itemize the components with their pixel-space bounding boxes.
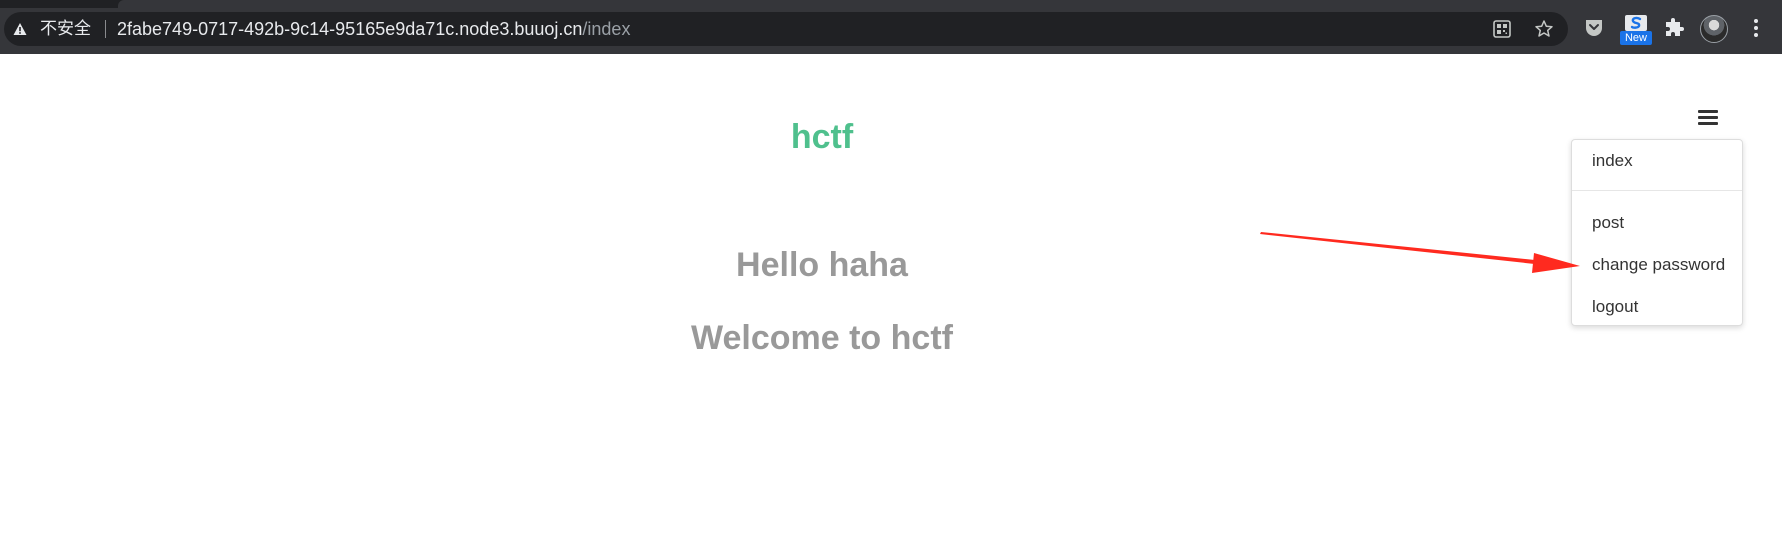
address-separator — [105, 20, 106, 38]
url-path: /index — [582, 19, 631, 39]
url-host: 2fabe749-0717-492b-9c14-95165e9da71c.nod… — [117, 19, 583, 39]
new-badge: New — [1620, 31, 1652, 45]
active-tab-edge[interactable] — [118, 0, 1782, 8]
security-status-label[interactable]: 不安全 — [40, 12, 91, 46]
new-extension-icon — [1625, 15, 1647, 31]
menu-item-logout[interactable]: logout — [1592, 296, 1638, 318]
extensions-puzzle-icon[interactable] — [1663, 17, 1685, 39]
tab-strip — [0, 0, 1782, 8]
qr-code-icon[interactable] — [1492, 19, 1512, 39]
menu-kebab-icon[interactable] — [1752, 17, 1760, 39]
menu-item-post[interactable]: post — [1592, 212, 1624, 234]
url-text[interactable]: 2fabe749-0717-492b-9c14-95165e9da71c.nod… — [117, 12, 630, 46]
site-title[interactable]: hctf — [0, 118, 1644, 157]
hamburger-bar — [1698, 116, 1718, 119]
hamburger-menu-icon[interactable] — [1698, 108, 1720, 128]
warning-icon[interactable] — [13, 22, 27, 36]
address-bar[interactable]: 不安全 2fabe749-0717-492b-9c14-95165e9da71c… — [4, 12, 1568, 46]
bookmark-star-icon[interactable] — [1534, 19, 1554, 39]
nav-dropdown-menu: index post change password logout — [1571, 139, 1743, 326]
welcome-heading: Welcome to hctf — [691, 319, 953, 357]
menu-divider — [1572, 190, 1742, 191]
pocket-extension-icon[interactable] — [1583, 17, 1605, 39]
browser-toolbar: 不安全 2fabe749-0717-492b-9c14-95165e9da71c… — [0, 0, 1782, 54]
menu-item-index[interactable]: index — [1592, 150, 1633, 172]
hamburger-bar — [1698, 122, 1718, 125]
annotation-arrow — [1260, 232, 1580, 273]
menu-item-change-password[interactable]: change password — [1592, 254, 1725, 276]
profile-avatar[interactable] — [1700, 15, 1728, 43]
hamburger-bar — [1698, 110, 1718, 113]
new-extension-button[interactable]: New — [1620, 15, 1652, 47]
